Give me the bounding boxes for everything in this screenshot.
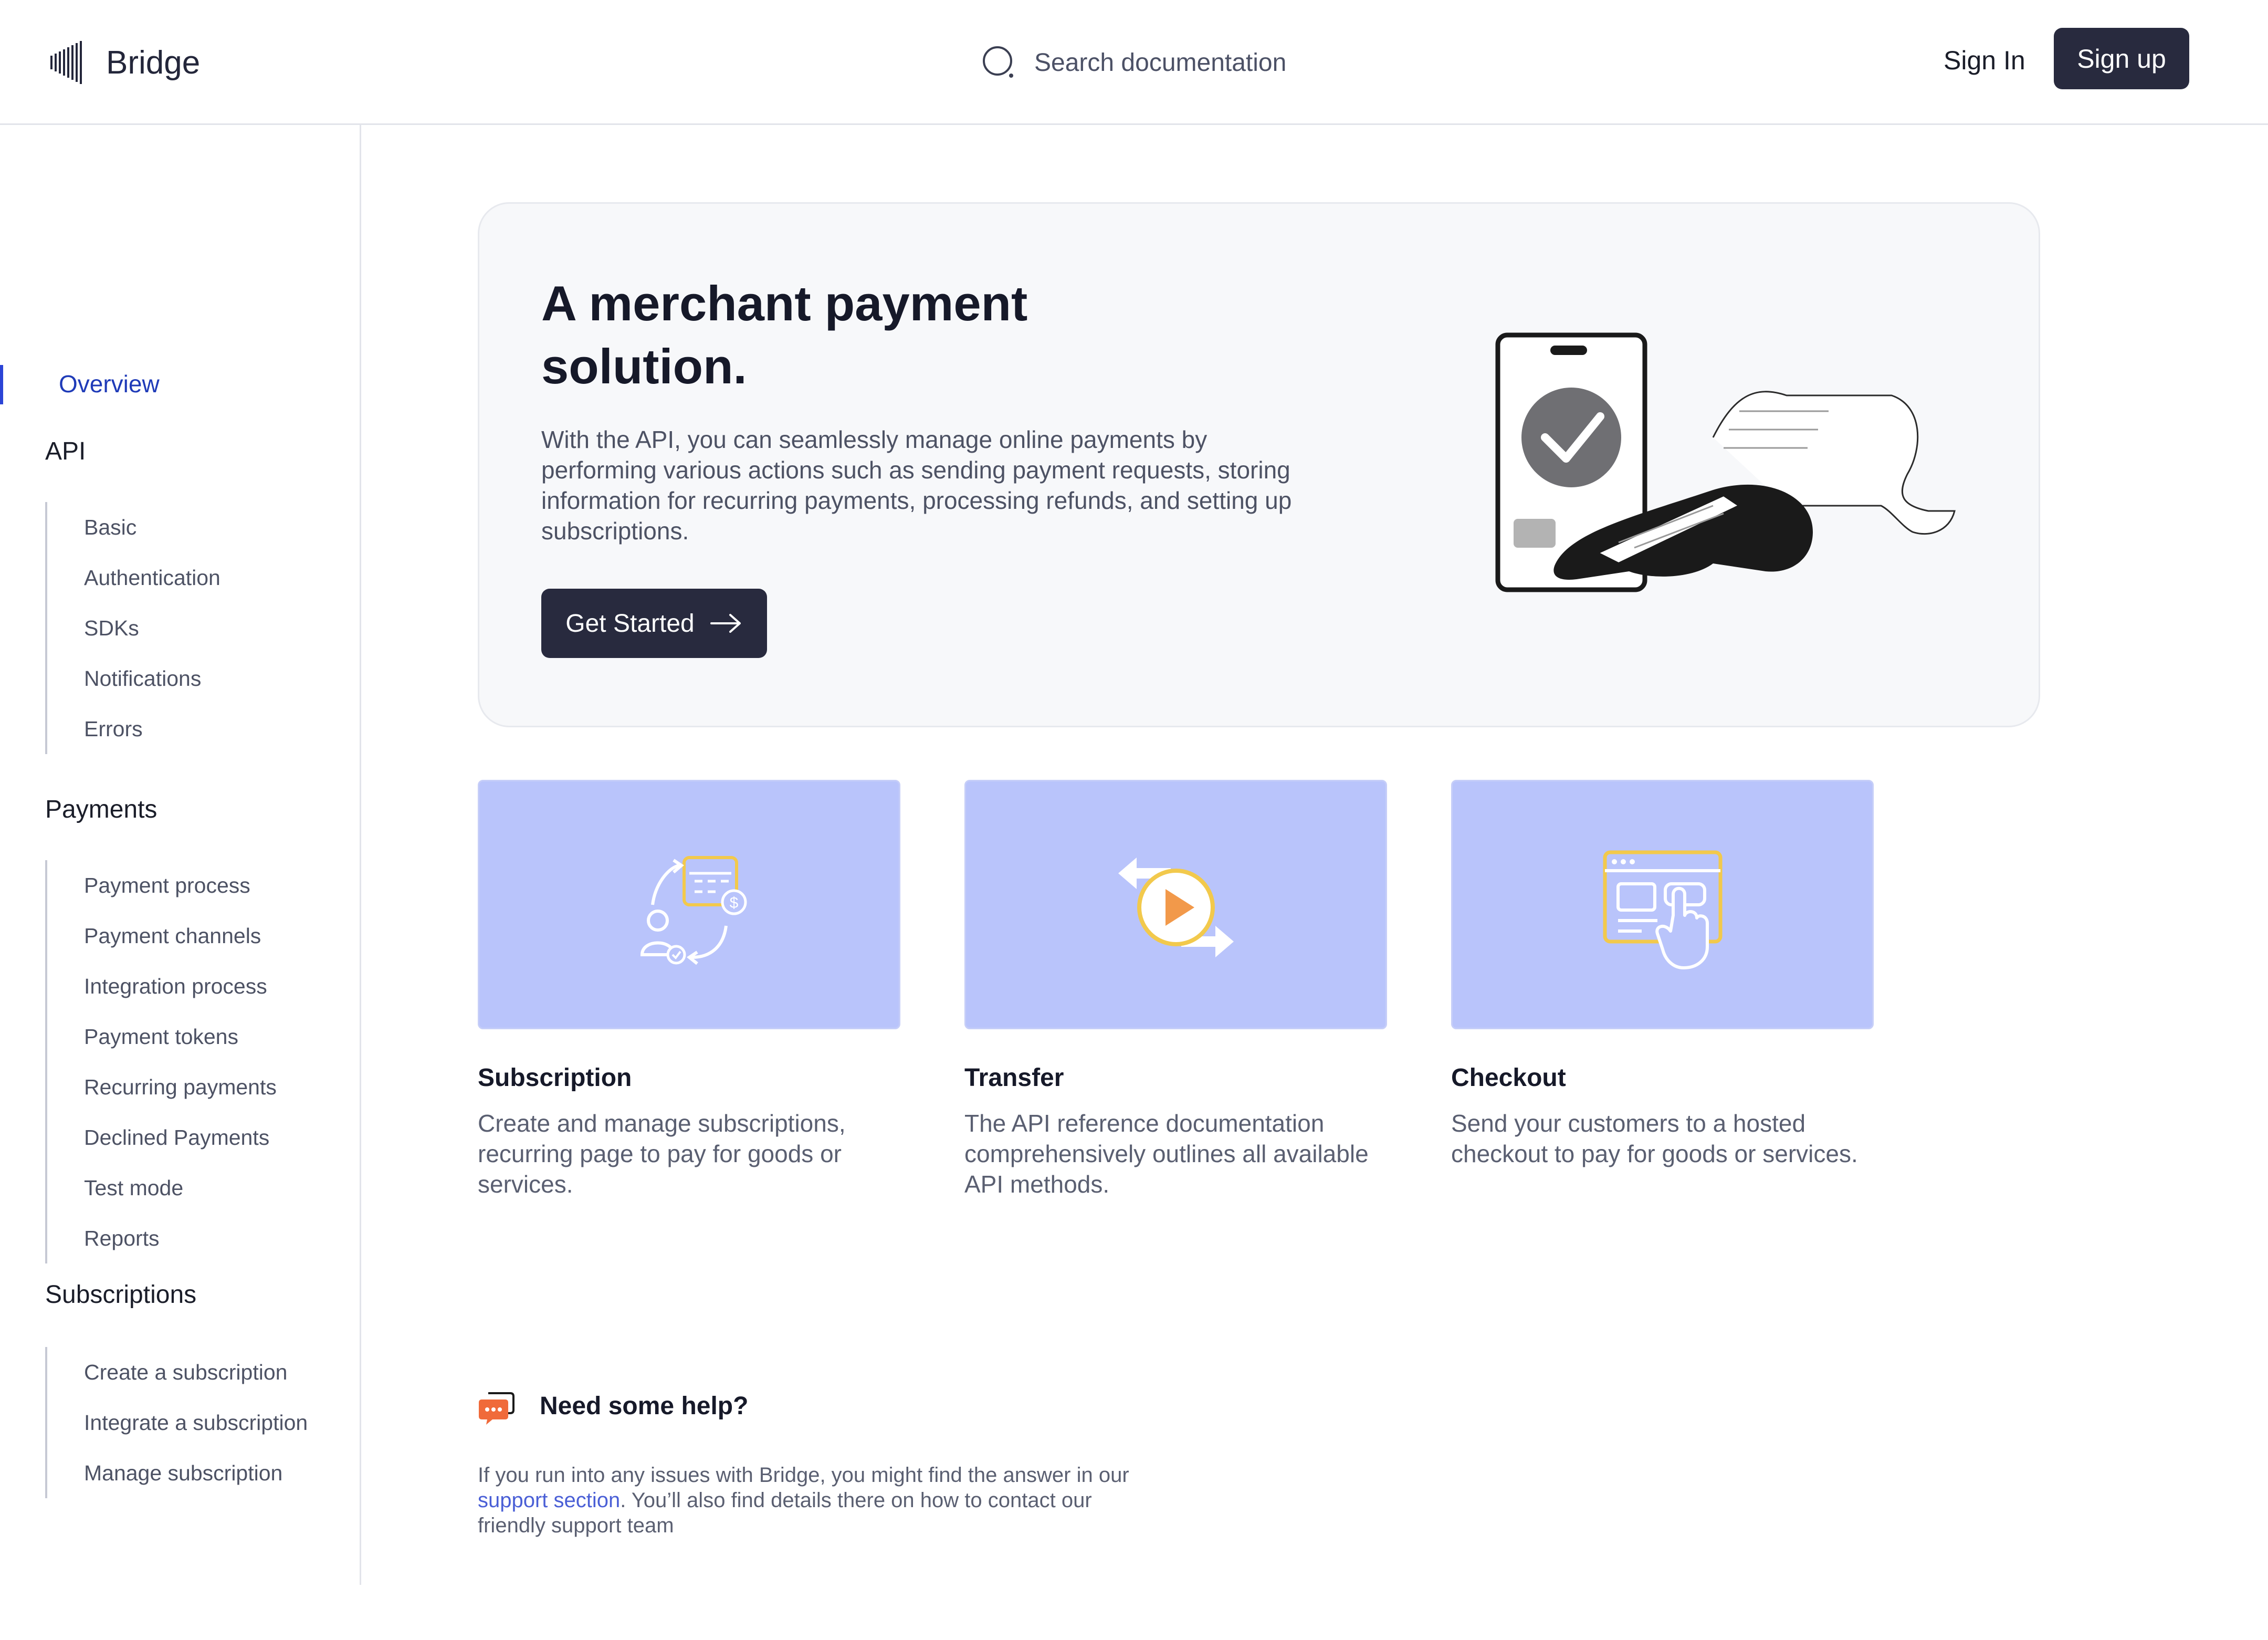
brand-name: Bridge xyxy=(106,44,201,81)
sidebar-item-integrate-a-subscription[interactable]: Integrate a subscription xyxy=(47,1397,308,1448)
checkout-click-icon xyxy=(1603,850,1722,969)
card-checkout[interactable]: Checkout Send your customers to a hosted… xyxy=(1451,780,1874,1169)
sidebar-item-manage-subscription[interactable]: Manage subscription xyxy=(47,1448,308,1498)
sidebar: Overview API Basic Authentication SDKs N… xyxy=(0,125,361,1585)
support-section-link[interactable]: support section xyxy=(478,1489,620,1512)
card-title: Transfer xyxy=(964,1064,1064,1092)
card-image xyxy=(964,780,1387,1029)
sidebar-group-payments: Payment process Payment channels Integrati… xyxy=(45,860,277,1263)
card-description: Send your customers to a hosted checkout… xyxy=(1451,1110,1858,1167)
sidebar-item-integration-process[interactable]: Integration process xyxy=(47,961,277,1011)
top-header: Bridge Sign In Sign up xyxy=(0,0,2268,125)
card-description: Create and manage subscriptions, recurri… xyxy=(478,1110,846,1198)
search-input[interactable] xyxy=(1033,47,1403,78)
sign-in-link[interactable]: Sign In xyxy=(1944,45,2025,76)
sidebar-item-basic[interactable]: Basic xyxy=(47,502,220,552)
hero-description: With the API, you can seamlessly manage … xyxy=(541,426,1292,545)
bridge-logo-icon xyxy=(50,41,82,84)
sidebar-item-reports[interactable]: Reports xyxy=(47,1213,277,1263)
svg-text:$: $ xyxy=(729,894,738,912)
arrow-right-icon xyxy=(710,614,741,633)
sidebar-group-api: Basic Authentication SDKs Notifications Erro… xyxy=(45,502,220,754)
search-bar[interactable] xyxy=(981,44,1403,81)
sidebar-item-test-mode[interactable]: Test mode xyxy=(47,1163,277,1213)
sidebar-item-create-a-subscription[interactable]: Create a subscription xyxy=(47,1347,308,1397)
sidebar-section-subscriptions[interactable]: Subscriptions xyxy=(45,1280,196,1309)
sidebar-item-payment-tokens[interactable]: Payment tokens xyxy=(47,1011,277,1062)
sidebar-item-declined-payments[interactable]: Declined Payments xyxy=(47,1112,277,1163)
sidebar-section-api[interactable]: API xyxy=(45,437,86,466)
card-title: Subscription xyxy=(478,1064,632,1092)
help-text: If you run into any issues with Bridge, … xyxy=(478,1463,1160,1538)
card-image: $ xyxy=(478,780,900,1029)
help-title: Need some help? xyxy=(540,1392,749,1420)
sidebar-item-payment-process[interactable]: Payment process xyxy=(47,860,277,911)
payment-terminal-illustration xyxy=(1495,332,1956,592)
card-image xyxy=(1451,780,1874,1029)
sidebar-item-errors[interactable]: Errors xyxy=(47,704,220,754)
transfer-arrows-icon xyxy=(1118,857,1234,957)
sidebar-group-subscriptions: Create a subscription Integrate a subscri… xyxy=(45,1347,308,1498)
brand-logo[interactable]: Bridge xyxy=(49,39,200,86)
help-text-before: If you run into any issues with Bridge, … xyxy=(478,1464,1129,1487)
card-subscription[interactable]: $ Subscription Create and manage subscri… xyxy=(478,780,900,1199)
search-icon xyxy=(983,46,1013,78)
hero-card: A merchant payment solution. With the AP… xyxy=(478,202,2040,727)
sidebar-item-authentication[interactable]: Authentication xyxy=(47,552,220,603)
chat-bubble-icon xyxy=(479,1392,514,1425)
sidebar-item-overview[interactable]: Overview xyxy=(59,370,160,398)
sign-up-button[interactable]: Sign up xyxy=(2054,28,2189,89)
get-started-label: Get Started xyxy=(565,609,695,638)
card-description: The API reference documentation comprehe… xyxy=(964,1110,1369,1198)
sidebar-section-payments[interactable]: Payments xyxy=(45,795,157,824)
active-indicator xyxy=(0,365,3,404)
card-transfer[interactable]: Transfer The API reference documentation… xyxy=(964,780,1387,1199)
card-title: Checkout xyxy=(1451,1064,1566,1092)
subscription-cycle-icon: $ xyxy=(640,855,747,965)
get-started-button[interactable]: Get Started xyxy=(541,589,767,658)
sidebar-item-sdks[interactable]: SDKs xyxy=(47,603,220,653)
sidebar-item-notifications[interactable]: Notifications xyxy=(47,653,220,704)
sidebar-item-recurring-payments[interactable]: Recurring payments xyxy=(47,1062,277,1112)
hero-title: A merchant payment solution. xyxy=(541,276,1028,394)
sidebar-item-payment-channels[interactable]: Payment channels xyxy=(47,911,277,961)
